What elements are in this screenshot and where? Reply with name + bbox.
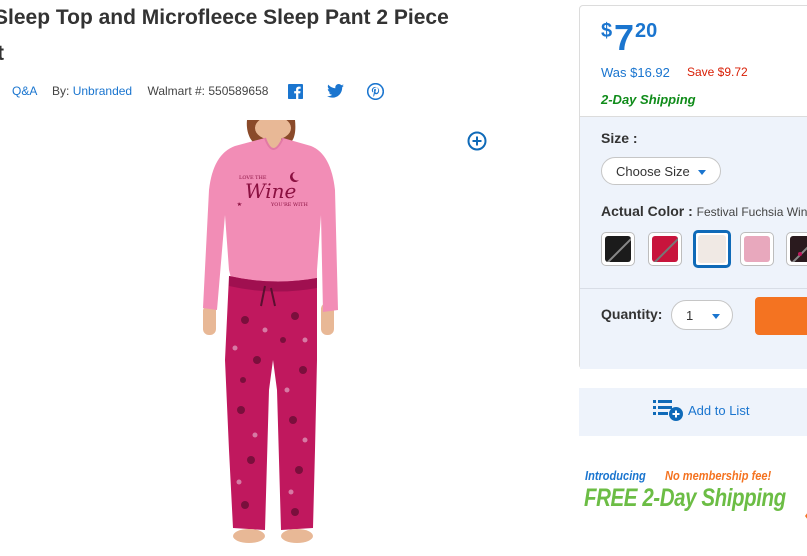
product-title-line1: Sleep Top and Microfleece Sleep Pant 2 P…: [0, 6, 449, 29]
product-image: LOVE THE Wine YOU'RE WITH: [195, 116, 355, 551]
add-list-icon: [653, 398, 685, 427]
shirt-text-bottom: YOU'RE WITH: [270, 202, 308, 208]
promo-no-membership: No membership fee!: [665, 468, 772, 483]
facebook-icon[interactable]: [286, 82, 304, 100]
price-currency: $: [601, 20, 613, 42]
promo-free-shipping: FREE 2-Day Shipping: [584, 484, 786, 512]
price-box: $ 7 20 Was $16.92 Save $9.72 2-Day Shipp…: [580, 6, 807, 116]
color-label: Actual Color :: [601, 203, 693, 219]
color-value: Festival Fuchsia Win: [696, 205, 807, 219]
size-dropdown-value: Choose Size: [616, 163, 690, 179]
by-label: By:: [52, 84, 70, 98]
pinterest-icon[interactable]: [366, 82, 384, 100]
brand-link[interactable]: Unbranded: [73, 84, 132, 98]
shirt-text-main: Wine: [245, 179, 296, 203]
color-swatch[interactable]: [648, 232, 682, 266]
color-swatch[interactable]: [786, 232, 807, 266]
qa-link[interactable]: Q&A: [12, 84, 37, 98]
product-title-line2: t: [0, 42, 4, 65]
free-shipping-promo[interactable]: Introducing No membership fee! FREE 2-Da…: [583, 464, 807, 524]
walmart-number-label: Walmart #:: [147, 84, 206, 98]
price-cents: 20: [635, 20, 658, 42]
buy-box: $ 7 20 Was $16.92 Save $9.72 2-Day Shipp…: [579, 5, 807, 369]
twitter-icon[interactable]: [326, 82, 344, 100]
shipping-label: 2-Day Shipping: [601, 92, 696, 107]
size-dropdown[interactable]: Choose Size: [601, 157, 721, 185]
size-label: Size :: [601, 130, 638, 146]
color-swatch[interactable]: [601, 232, 635, 266]
quantity-label: Quantity:: [601, 306, 663, 322]
chevron-down-icon: [698, 170, 706, 175]
options-area: Size : Choose Size Actual Color : Festiv…: [580, 116, 807, 369]
divider: [580, 288, 807, 289]
price-whole: 7: [614, 17, 635, 58]
add-to-list-label: Add to List: [688, 403, 750, 418]
quantity-value: 1: [686, 307, 694, 323]
chevron-down-icon: [712, 314, 720, 319]
color-swatch-selected[interactable]: [693, 230, 731, 268]
add-to-list-button[interactable]: Add to List: [579, 388, 807, 436]
product-meta: Q&A By: Unbranded Walmart #: 550589658: [12, 84, 268, 98]
zoom-in-icon[interactable]: [467, 131, 487, 151]
was-price: Was $16.92: [601, 65, 670, 80]
save-amount: Save $9.72: [687, 65, 748, 79]
quantity-dropdown[interactable]: 1: [671, 300, 733, 330]
color-label-row: Actual Color : Festival Fuchsia Win: [601, 203, 807, 219]
add-to-cart-button[interactable]: [755, 297, 807, 335]
promo-introducing: Introducing: [585, 468, 646, 483]
color-swatch[interactable]: [740, 232, 774, 266]
walmart-number: 550589658: [208, 84, 269, 98]
promo-graphic-icon: [805, 513, 807, 519]
